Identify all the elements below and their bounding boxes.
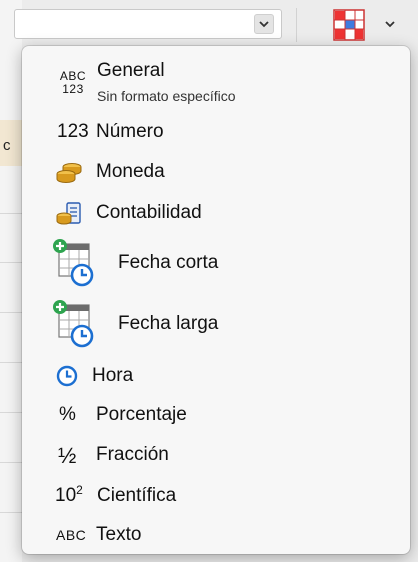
calendar-clock-icon — [52, 238, 100, 288]
menu-item-label: Fracción — [96, 444, 169, 465]
number-format-menu: ABC 123 General Sin formato específico 1… — [22, 46, 410, 554]
grid-line — [0, 312, 22, 313]
grid-line — [0, 262, 22, 263]
number-format-select[interactable] — [14, 9, 282, 39]
menu-item-label: Fecha corta — [118, 252, 219, 273]
accounting-icon — [56, 202, 82, 226]
grid-line — [0, 362, 22, 363]
menu-item-label: General — [97, 60, 165, 81]
menu-item-label: Fecha larga — [118, 313, 219, 334]
grid-line — [0, 412, 22, 413]
menu-item-moneda[interactable]: Moneda — [22, 153, 410, 191]
spreadsheet-edge — [0, 0, 22, 562]
grid-line — [0, 213, 22, 214]
menu-item-fecha-corta[interactable]: Fecha corta — [22, 234, 410, 292]
menu-item-numero[interactable]: 123 Número — [22, 114, 410, 150]
chevron-down-icon — [259, 20, 269, 27]
menu-item-label: Científica — [97, 485, 177, 506]
abc-123-icon: ABC 123 — [59, 69, 87, 96]
scientific-icon: 10 2 — [55, 483, 83, 506]
conditional-format-icon — [333, 9, 395, 41]
clock-icon — [56, 365, 78, 387]
menu-item-contabilidad[interactable]: Contabilidad — [22, 194, 410, 232]
menu-item-label: Porcentaje — [96, 404, 187, 425]
fraction-icon: ½ — [58, 443, 77, 468]
conditional-format-button[interactable] — [332, 8, 412, 42]
toolbar-separator — [296, 8, 297, 42]
number-format-dropdown-button[interactable] — [254, 14, 274, 34]
grid-line — [0, 462, 22, 463]
menu-item-label: Número — [96, 121, 164, 142]
menu-item-cientifica[interactable]: 10 2 Científica — [22, 477, 410, 515]
calendar-clock-icon — [52, 299, 100, 349]
menu-item-label: Texto — [96, 524, 142, 545]
menu-item-hora[interactable]: Hora — [22, 358, 410, 394]
menu-item-label: Moneda — [96, 161, 165, 182]
number-icon: 123 — [57, 121, 89, 142]
spreadsheet-cell-text: c — [3, 137, 11, 154]
menu-item-fecha-larga[interactable]: Fecha larga — [22, 295, 410, 353]
menu-item-label: Contabilidad — [96, 202, 202, 223]
text-icon: ABC — [56, 527, 87, 543]
percent-icon: % — [59, 404, 76, 425]
grid-line — [0, 512, 22, 513]
menu-item-sublabel: Sin formato específico — [97, 88, 236, 104]
menu-item-fraccion[interactable]: ½ Fracción — [22, 436, 410, 474]
coins-icon — [56, 162, 82, 184]
menu-item-porcentaje[interactable]: % Porcentaje — [22, 396, 410, 434]
menu-item-texto[interactable]: ABC Texto — [22, 516, 410, 554]
menu-item-label: Hora — [92, 365, 134, 386]
menu-item-general[interactable]: ABC 123 General Sin formato específico — [22, 54, 410, 114]
